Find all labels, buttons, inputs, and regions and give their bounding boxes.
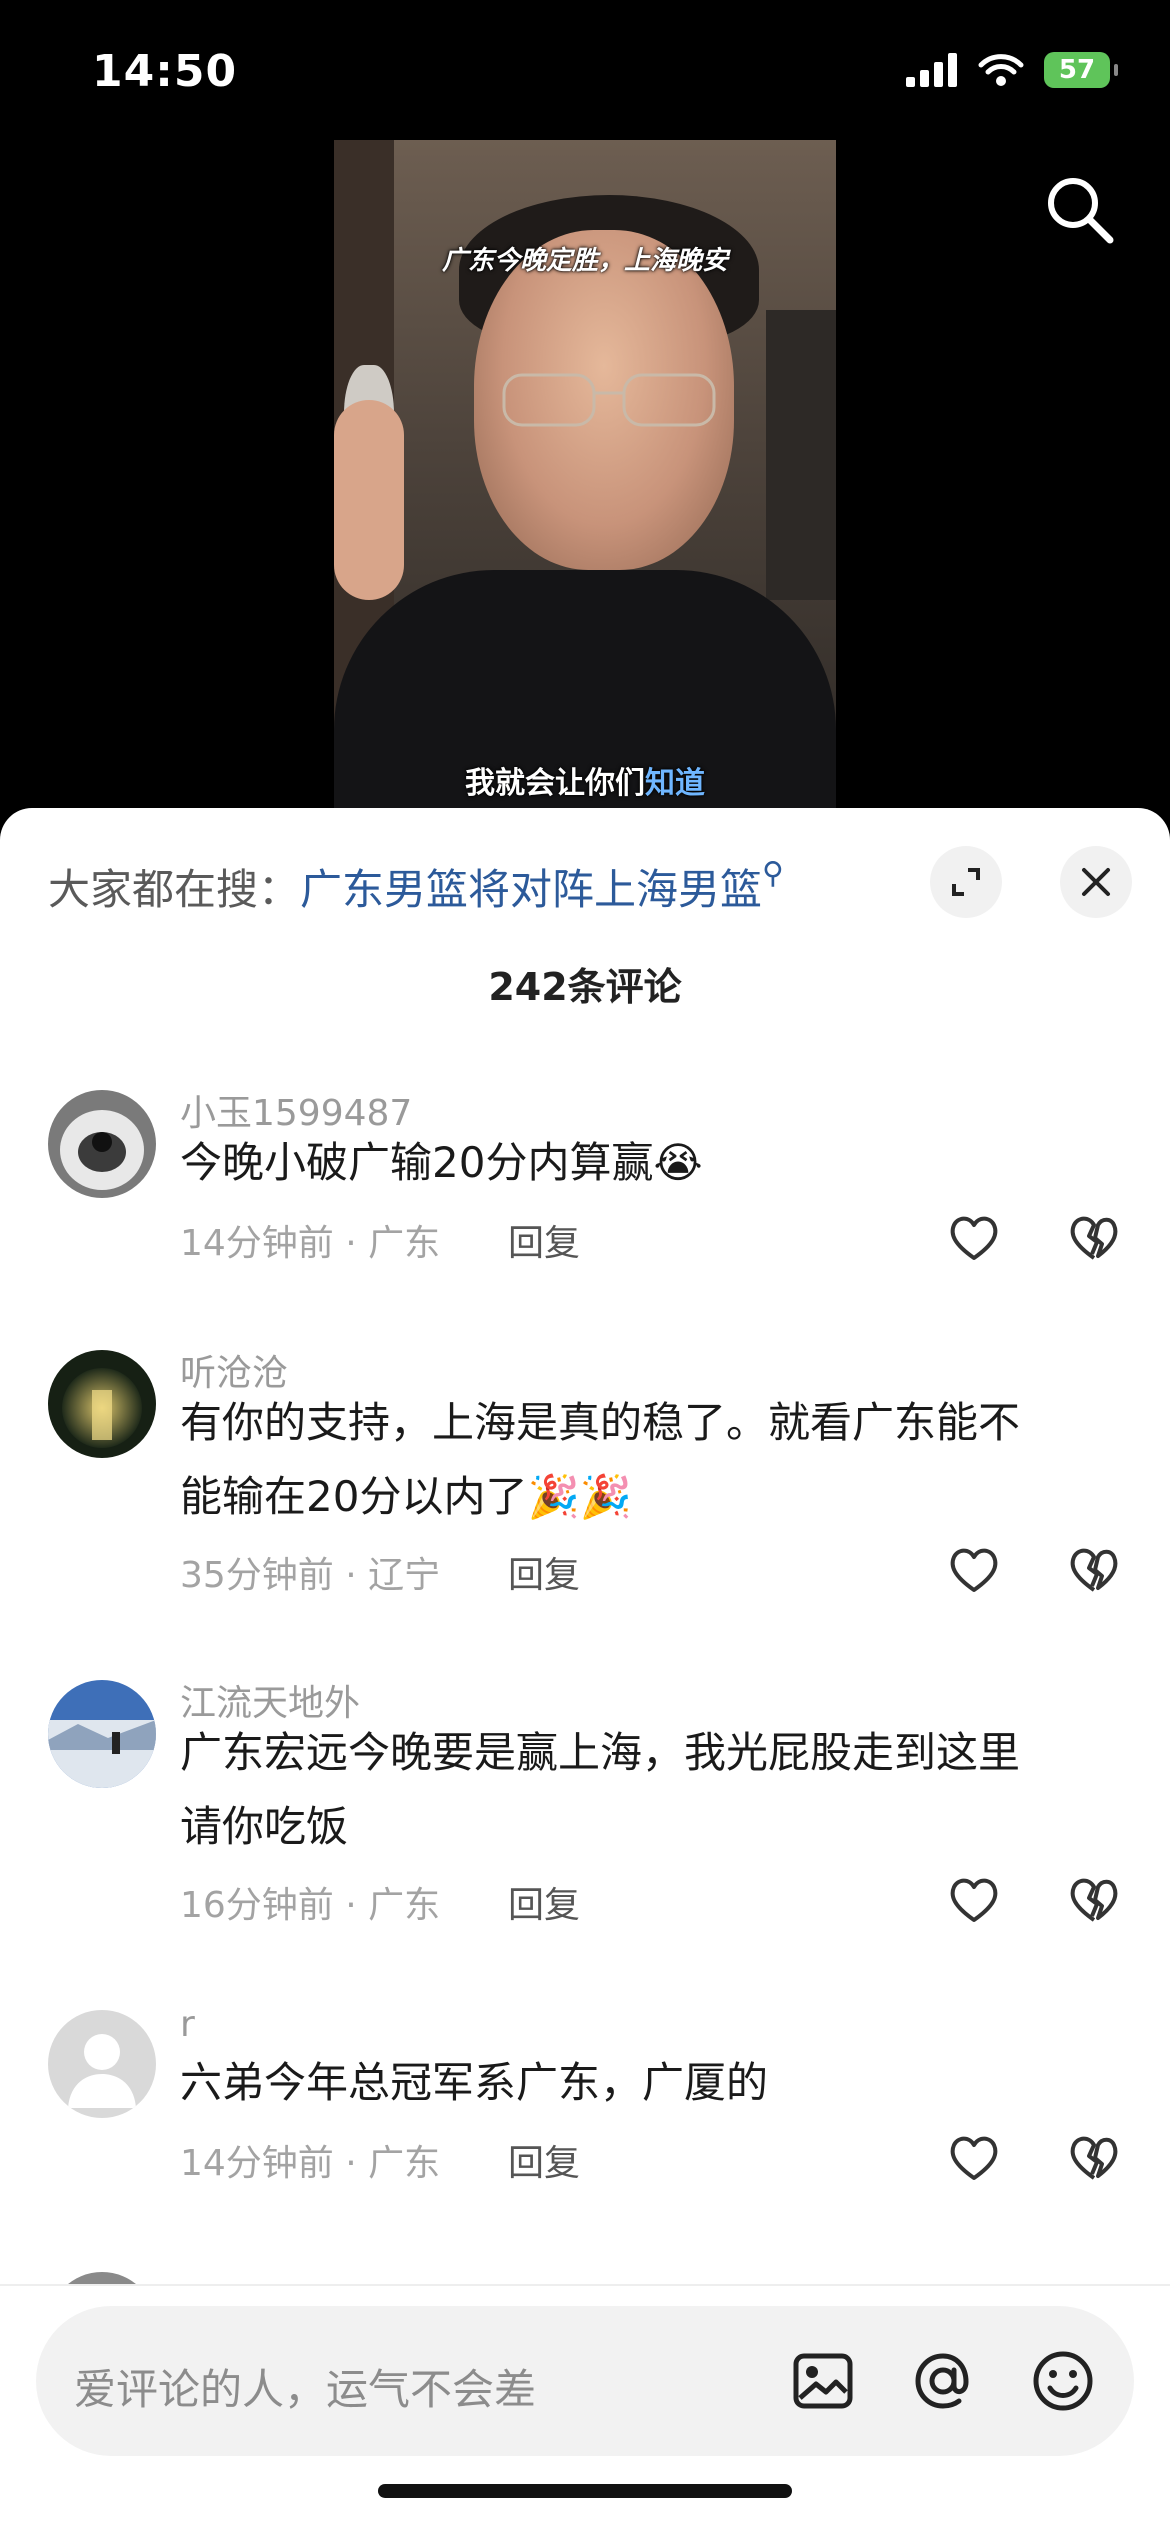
- signal-icon: [906, 53, 957, 87]
- video-player[interactable]: 广东今晚定胜，上海晚安 我就会让你们知道: [334, 140, 836, 820]
- battery-level: 57: [1058, 55, 1096, 85]
- comment-time-location: 14分钟前 · 广东: [180, 2143, 441, 2184]
- comment-line: 今晚小破广输20分内算赢😭: [180, 1138, 703, 1187]
- home-indicator[interactable]: [378, 2484, 792, 2498]
- heart-icon[interactable]: [946, 1542, 1002, 1598]
- comment-line: 有你的支持，上海是真的稳了。就看广东能不: [180, 1398, 1021, 1447]
- status-time: 14:50: [92, 46, 238, 97]
- avatar[interactable]: [48, 1090, 156, 1198]
- at-icon[interactable]: [908, 2346, 978, 2416]
- comment-sheet: 大家都在搜：广东男篮将对阵上海男篮⚲ 242条评论 小玉1599487 今晚小破…: [0, 808, 1170, 2532]
- video-person-glasses: [502, 373, 716, 427]
- comment-time-location: 14分钟前 · 广东: [180, 1223, 441, 1264]
- comment-text: 有你的支持，上海是真的稳了。就看广东能不 能输在20分以内了🎉🎉: [180, 1386, 1100, 1534]
- broken-heart-icon[interactable]: [1066, 1542, 1122, 1598]
- emoji-icon[interactable]: [1028, 2346, 1098, 2416]
- hot-search-link[interactable]: 广东男篮将对阵上海男篮: [300, 865, 762, 914]
- search-icon[interactable]: [1040, 170, 1120, 250]
- search-small-icon: ⚲: [762, 856, 785, 891]
- caption-bottom-main: 我就会让你们: [465, 766, 645, 801]
- heart-icon[interactable]: [946, 1872, 1002, 1928]
- avatar[interactable]: [48, 1350, 156, 1458]
- caption-bottom-highlight: 知道: [645, 766, 705, 801]
- comment-time-location: 35分钟前 · 辽宁: [180, 1555, 441, 1596]
- comment-count: 242条评论: [488, 965, 682, 1009]
- comment-line: 请你吃饭: [180, 1802, 349, 1851]
- reply-button[interactable]: 回复: [508, 1876, 580, 1928]
- close-button[interactable]: [1060, 846, 1132, 918]
- wifi-icon: [978, 54, 1024, 86]
- comment-text: 广东宏远今晚要是赢上海，我光屁股走到这里 请你吃饭: [180, 1716, 1100, 1864]
- heart-icon[interactable]: [946, 1210, 1002, 1266]
- comment-line: 六弟今年总冠军系广东，广厦的: [180, 2058, 769, 2107]
- avatar[interactable]: [48, 2010, 156, 2118]
- video-person-hand: [334, 400, 404, 600]
- broken-heart-icon[interactable]: [1066, 2130, 1122, 2186]
- comment-text: 六弟今年总冠军系广东，广厦的: [180, 2046, 1100, 2120]
- expand-icon: [952, 868, 980, 896]
- comment-input[interactable]: 爱评论的人，运气不会差: [36, 2306, 1134, 2456]
- reply-button[interactable]: 回复: [508, 1546, 580, 1598]
- reply-button[interactable]: 回复: [508, 2134, 580, 2186]
- comment-line: 广东宏远今晚要是赢上海，我光屁股走到这里: [180, 1728, 1021, 1777]
- comment-text: 今晚小破广输20分内算赢😭: [180, 1126, 1100, 1200]
- avatar[interactable]: [48, 1680, 156, 1788]
- comment-author[interactable]: r: [180, 2004, 195, 2045]
- status-indicators: 57: [906, 52, 1118, 88]
- battery-indicator: 57: [1044, 52, 1118, 88]
- image-icon[interactable]: [788, 2346, 858, 2416]
- comment-input-placeholder: 爱评论的人，运气不会差: [74, 2365, 537, 2414]
- broken-heart-icon[interactable]: [1066, 1210, 1122, 1266]
- video-shelf: [766, 310, 836, 600]
- expand-button[interactable]: [930, 846, 1002, 918]
- broken-heart-icon[interactable]: [1066, 1872, 1122, 1928]
- hot-search[interactable]: 大家都在搜：广东男篮将对阵上海男篮⚲: [48, 856, 784, 917]
- hot-search-prefix: 大家都在搜：: [48, 865, 301, 914]
- close-icon: [1082, 868, 1110, 896]
- comment-line: 能输在20分以内了🎉🎉: [180, 1472, 633, 1521]
- video-caption-top: 广东今晚定胜，上海晚安: [441, 246, 728, 276]
- comment-time-location: 16分钟前 · 广东: [180, 1885, 441, 1926]
- reply-button[interactable]: 回复: [508, 1214, 580, 1266]
- heart-icon[interactable]: [946, 2130, 1002, 2186]
- video-caption-bottom: 我就会让你们知道: [334, 758, 836, 802]
